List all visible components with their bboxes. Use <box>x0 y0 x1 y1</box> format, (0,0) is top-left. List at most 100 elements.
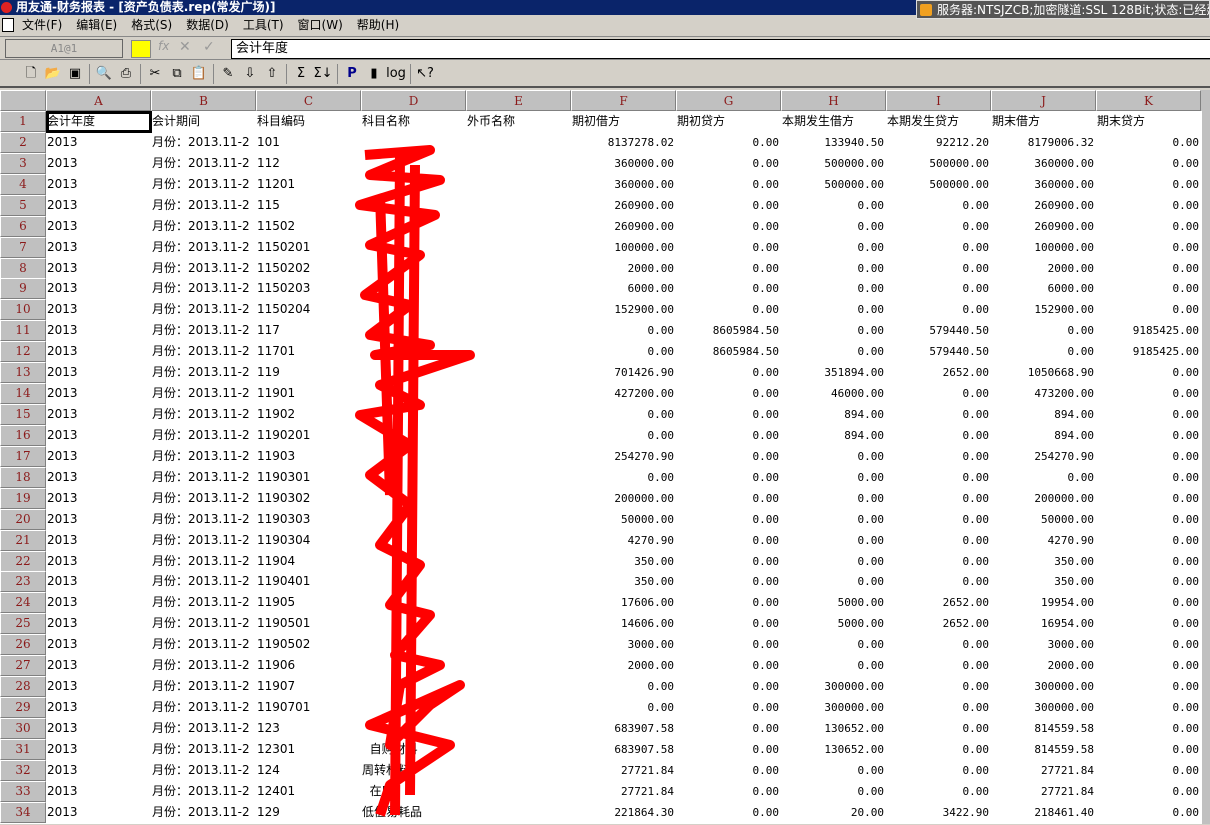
amount-cell[interactable]: 221864.30 <box>571 802 676 823</box>
menu-item[interactable]: 数据(D) <box>186 16 229 33</box>
amount-cell[interactable]: 8179006.32 <box>991 132 1096 153</box>
amount-cell[interactable]: 254270.90 <box>991 446 1096 467</box>
row-header[interactable]: 27 <box>0 655 46 677</box>
amount-cell[interactable]: 0.00 <box>781 509 886 530</box>
account-name-cell[interactable] <box>361 509 561 530</box>
amount-cell[interactable]: 300000.00 <box>991 676 1096 697</box>
account-name-cell[interactable]: 周转材料 <box>361 760 561 781</box>
amount-cell[interactable]: 300000.00 <box>991 697 1096 718</box>
column-header-d[interactable]: D <box>361 90 466 111</box>
account-name-cell[interactable]: 低值易耗品 <box>361 802 561 823</box>
amount-cell[interactable]: 0.00 <box>676 509 781 530</box>
period-cell[interactable]: 月份：2013.11-2 <box>151 425 256 446</box>
amount-cell[interactable]: 260900.00 <box>571 216 676 237</box>
amount-cell[interactable]: 27721.84 <box>571 760 676 781</box>
account-name-cell[interactable] <box>361 655 561 676</box>
amount-cell[interactable]: 0.00 <box>886 781 991 802</box>
period-cell[interactable]: 月份：2013.11-2 <box>151 362 256 383</box>
amount-cell[interactable]: 360000.00 <box>991 174 1096 195</box>
marker-icon[interactable]: ▮ <box>363 64 385 84</box>
menu-item[interactable]: 帮助(H) <box>357 16 399 33</box>
account-name-cell[interactable] <box>361 216 561 237</box>
amount-cell[interactable]: 0.00 <box>571 425 676 446</box>
row-header[interactable]: 31 <box>0 738 46 760</box>
account-name-cell[interactable] <box>361 551 561 572</box>
amount-cell[interactable]: 350.00 <box>571 571 676 592</box>
row-header[interactable]: 23 <box>0 571 46 593</box>
amount-cell[interactable]: 8605984.50 <box>676 320 781 341</box>
amount-cell[interactable]: 0.00 <box>676 592 781 613</box>
amount-cell[interactable]: 0.00 <box>1096 718 1201 739</box>
sum-icon[interactable]: Σ <box>290 64 312 84</box>
amount-cell[interactable]: 50000.00 <box>571 509 676 530</box>
amount-cell[interactable]: 894.00 <box>781 404 886 425</box>
amount-cell[interactable]: 0.00 <box>676 132 781 153</box>
column-header-b[interactable]: B <box>151 90 256 111</box>
amount-cell[interactable]: 0.00 <box>1096 278 1201 299</box>
amount-cell[interactable]: 0.00 <box>1096 551 1201 572</box>
amount-cell[interactable]: 27721.84 <box>991 760 1096 781</box>
amount-cell[interactable]: 0.00 <box>676 383 781 404</box>
period-cell[interactable]: 月份：2013.11-2 <box>151 153 256 174</box>
amount-cell[interactable]: 9185425.00 <box>1096 320 1201 341</box>
amount-cell[interactable]: 0.00 <box>1096 404 1201 425</box>
amount-cell[interactable]: 14606.00 <box>571 613 676 634</box>
amount-cell[interactable]: 0.00 <box>1096 362 1201 383</box>
account-name-cell[interactable] <box>361 571 561 592</box>
amount-cell[interactable]: 19954.00 <box>991 592 1096 613</box>
amount-cell[interactable]: 0.00 <box>1096 571 1201 592</box>
period-cell[interactable]: 月份：2013.11-2 <box>151 174 256 195</box>
row-header[interactable]: 18 <box>0 466 46 488</box>
amount-cell[interactable]: 500000.00 <box>886 174 991 195</box>
row-header[interactable]: 10 <box>0 299 46 321</box>
amount-cell[interactable]: 0.00 <box>1096 592 1201 613</box>
account-name-cell[interactable] <box>361 278 561 299</box>
amount-cell[interactable]: 360000.00 <box>991 153 1096 174</box>
amount-cell[interactable]: 814559.58 <box>991 739 1096 760</box>
column-header-h[interactable]: H <box>781 90 886 111</box>
amount-cell[interactable]: 500000.00 <box>781 174 886 195</box>
account-name-cell[interactable] <box>361 258 561 279</box>
row-header[interactable]: 7 <box>0 236 46 258</box>
row-header[interactable]: 17 <box>0 445 46 467</box>
amount-cell[interactable]: 0.00 <box>676 362 781 383</box>
row-header[interactable]: 8 <box>0 257 46 279</box>
menu-item[interactable]: 编辑(E) <box>76 16 117 33</box>
account-name-cell[interactable] <box>361 320 561 341</box>
column-header-e[interactable]: E <box>466 90 571 111</box>
account-name-cell[interactable] <box>361 718 561 739</box>
row-header[interactable]: 30 <box>0 717 46 739</box>
amount-cell[interactable]: 6000.00 <box>571 278 676 299</box>
amount-cell[interactable]: 0.00 <box>886 676 991 697</box>
amount-cell[interactable]: 0.00 <box>676 676 781 697</box>
period-cell[interactable]: 月份：2013.11-2 <box>151 551 256 572</box>
copy-icon[interactable]: ⧉ <box>166 64 188 84</box>
amount-cell[interactable]: 92212.20 <box>886 132 991 153</box>
period-cell[interactable]: 月份：2013.11-2 <box>151 676 256 697</box>
amount-cell[interactable]: 254270.90 <box>571 446 676 467</box>
amount-cell[interactable]: 2652.00 <box>886 592 991 613</box>
row-header[interactable]: 29 <box>0 697 46 719</box>
amount-cell[interactable]: 0.00 <box>781 760 886 781</box>
amount-cell[interactable]: 0.00 <box>571 341 676 362</box>
amount-cell[interactable]: 2000.00 <box>571 655 676 676</box>
amount-cell[interactable]: 0.00 <box>886 258 991 279</box>
column-header-c[interactable]: C <box>256 90 361 111</box>
amount-cell[interactable]: 0.00 <box>676 195 781 216</box>
cell-reference[interactable]: A1@1 <box>5 39 123 58</box>
account-name-cell[interactable] <box>361 362 561 383</box>
amount-cell[interactable]: 0.00 <box>781 278 886 299</box>
amount-cell[interactable]: 2000.00 <box>991 258 1096 279</box>
p-icon[interactable]: P <box>341 64 363 84</box>
account-name-cell[interactable] <box>361 446 561 467</box>
amount-cell[interactable]: 0.00 <box>886 509 991 530</box>
document-icon[interactable] <box>2 17 14 32</box>
period-cell[interactable]: 月份：2013.11-2 <box>151 341 256 362</box>
corner-cell[interactable] <box>0 90 46 111</box>
amount-cell[interactable]: 0.00 <box>1096 530 1201 551</box>
amount-cell[interactable]: 0.00 <box>1096 781 1201 802</box>
amount-cell[interactable]: 0.00 <box>781 320 886 341</box>
vertical-scrollbar[interactable] <box>1202 90 1210 824</box>
amount-cell[interactable]: 0.00 <box>781 195 886 216</box>
spreadsheet-grid[interactable]: ABCDEFGHIJK 1 2 3 4 5 6 7 8 9 10 11 12 13 14 15 16 17 18 1… <box>0 90 1202 824</box>
